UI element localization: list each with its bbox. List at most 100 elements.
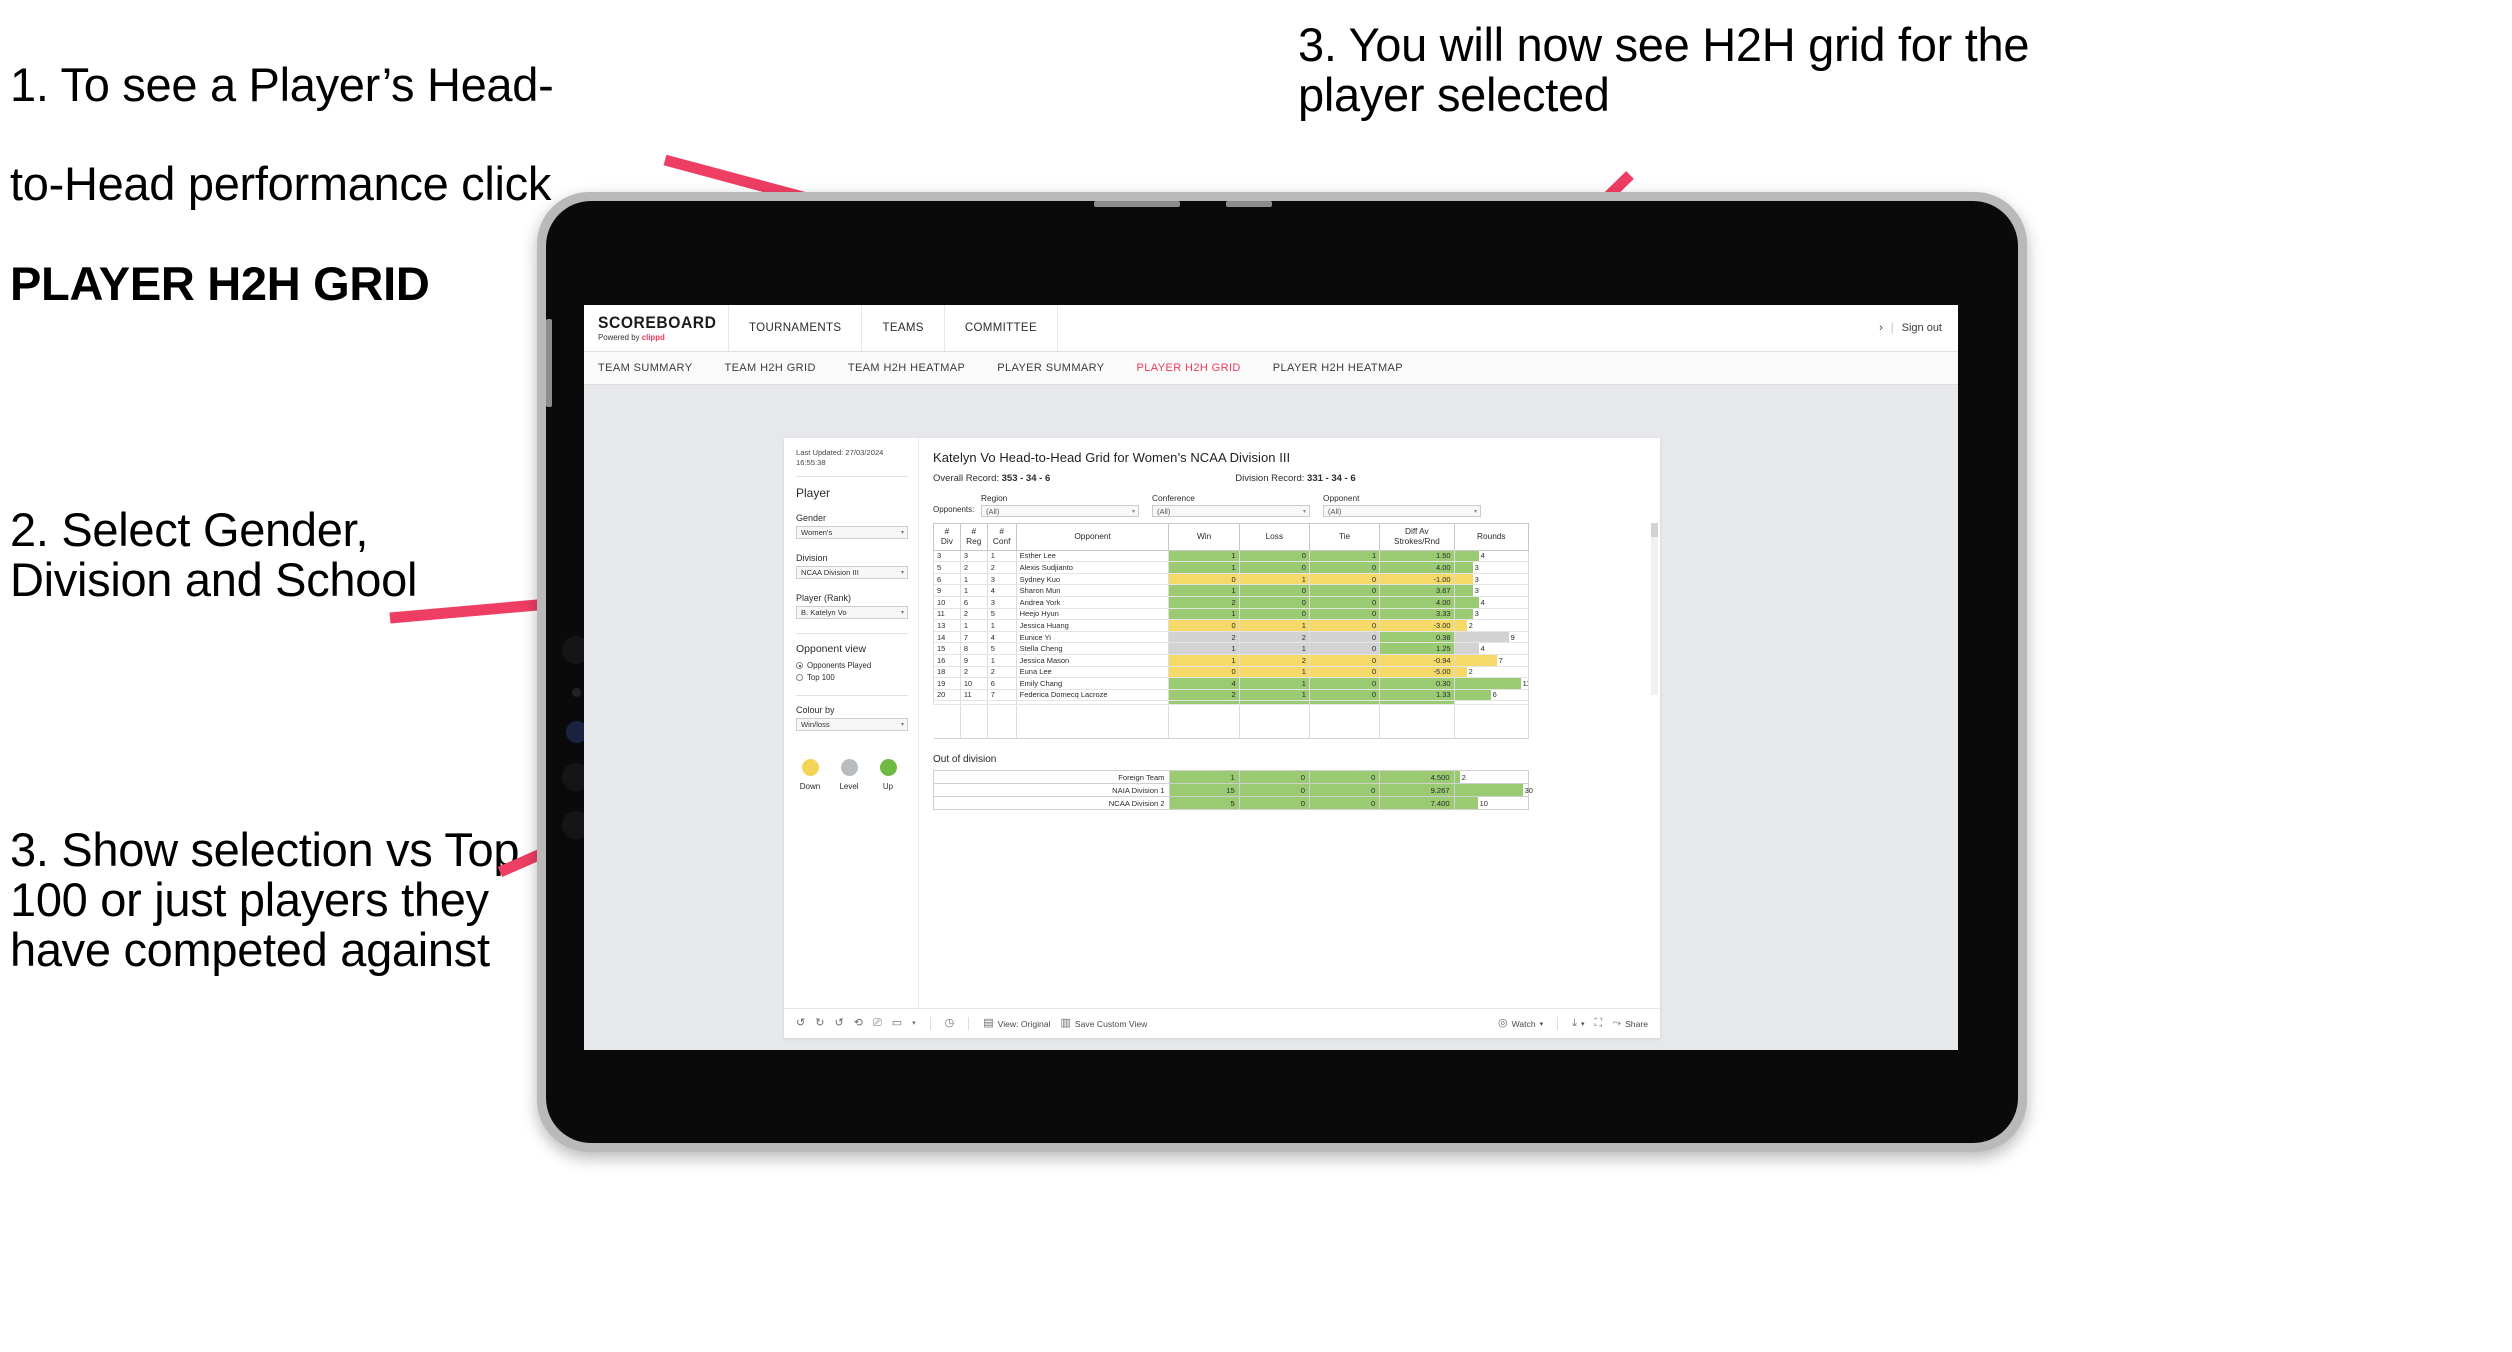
save-custom-view-button[interactable]: ▥ Save Custom View (1060, 1018, 1147, 1029)
table-row[interactable]: 6 1 3 Sydney Kuo 0 1 0 -1.00 3 (933, 573, 1530, 586)
brand-logo[interactable]: SCOREBOARD Powered by clippd (584, 305, 729, 351)
cell-diff: 0.38 (1379, 631, 1455, 644)
nav-item-committee[interactable]: COMMITTEE (945, 305, 1058, 351)
table-row[interactable]: 3 3 1 Esther Lee 1 0 1 1.50 4 (933, 550, 1530, 563)
nav-item-teams[interactable]: TEAMS (862, 305, 945, 351)
player-select[interactable]: B. Katelyn Vo ▾ (796, 606, 908, 620)
table-row[interactable]: 11 2 5 Heejo Hyun 1 0 0 3.33 3 (933, 608, 1530, 621)
table-row[interactable]: 9 1 4 Sharon Mun 1 0 0 3.67 3 (933, 584, 1530, 597)
tab-player-summary[interactable]: PLAYER SUMMARY (997, 362, 1121, 374)
cell-rounds: 11 (1453, 677, 1530, 690)
th-div-l2: Div (940, 535, 953, 546)
cell-opponent: Alexis Sudjianto (1015, 561, 1170, 574)
cell-diff: 3.33 (1379, 608, 1455, 621)
cell-diff: -3.00 (1379, 619, 1455, 632)
save-custom-view-label: Save Custom View (1074, 1018, 1148, 1029)
cell-reg: 1 (959, 573, 988, 586)
table-row[interactable]: 10 6 3 Andrea York 2 0 0 4.00 4 (933, 596, 1530, 609)
table-scrollbar[interactable] (1651, 523, 1658, 695)
cell-win: 1 (1168, 550, 1240, 563)
legend-label-down: Down (799, 782, 821, 792)
table-row[interactable]: Foreign Team 1 0 0 4.500 2 (933, 770, 1530, 785)
division-record: Division Record: 331 - 34 - 6 (1235, 473, 1355, 484)
table-row[interactable]: 15 8 5 Stella Cheng 1 1 0 1.25 4 (933, 642, 1530, 655)
colour-by-select[interactable]: Win/loss ▾ (796, 718, 908, 732)
download-button[interactable]: ⤓ ▾ (1572, 1018, 1584, 1029)
fullscreen-button[interactable]: ⛶ (1595, 1018, 1603, 1029)
radio-opponents-played[interactable]: Opponents Played (796, 661, 908, 670)
alert-icon[interactable]: ◷ (945, 1018, 955, 1029)
th-diff-l2: Strokes/Rnd (1394, 535, 1440, 546)
th-loss: Loss (1238, 523, 1310, 551)
chevron-down-icon: ▾ (900, 570, 904, 577)
gender-select[interactable]: Women's ▾ (796, 526, 908, 540)
cell-empty (960, 704, 988, 740)
cell-empty (933, 704, 961, 740)
rounds-bar (1454, 797, 1478, 810)
chevron-down-icon[interactable]: ▾ (912, 1020, 916, 1027)
redo-icon[interactable]: ↻ (815, 1018, 824, 1029)
view-original-button[interactable]: ▤ View: Original (983, 1018, 1050, 1029)
legend-item-up: Up (877, 759, 899, 791)
radio-top-100[interactable]: Top 100 (796, 673, 908, 682)
table-row[interactable]: 20 11 7 Federica Domecq Lacroze 2 1 0 1.33 6 (933, 689, 1530, 702)
chevron-down-icon: ▾ (1581, 1020, 1585, 1028)
revert-icon[interactable]: ↺ (834, 1018, 843, 1029)
opponent-filter-region: Region (All) ▾ (981, 493, 1139, 517)
table-row[interactable]: 16 9 1 Jessica Mason 1 2 0 -0.94 7 (933, 654, 1530, 667)
cell-reg: 2 (959, 666, 988, 679)
cell-conf: 5 (986, 642, 1017, 655)
opponent-select[interactable]: (All) ▾ (1323, 505, 1481, 517)
tab-player-h2h-heatmap[interactable]: PLAYER H2H HEATMAP (1273, 362, 1420, 374)
table-row[interactable]: 19106Emily Chang4100.3011 (933, 677, 1530, 690)
cell-rounds: 3 (1453, 584, 1530, 597)
rounds-value: 3 (1474, 574, 1479, 584)
cell-win: 1 (1168, 654, 1240, 667)
table-row[interactable]: 14 7 4 Eunice Yi 2 2 0 0.38 9 (933, 631, 1530, 644)
share-button[interactable]: ⤳ Share (1612, 1018, 1648, 1029)
cell-win: 1 (1168, 561, 1240, 574)
highlight-icon[interactable]: ▭ (892, 1018, 902, 1029)
table-row[interactable]: NAIA Division 1 15 0 0 9.267 30 (933, 783, 1533, 798)
division-select[interactable]: NCAA Division III ▾ (796, 566, 908, 580)
region-select[interactable]: (All) ▾ (981, 505, 1139, 517)
cell-win: 2 (1168, 631, 1240, 644)
conference-select[interactable]: (All) ▾ (1152, 505, 1310, 517)
divider (796, 695, 908, 697)
cell-rounds: 9 (1453, 631, 1530, 644)
conference-select-value: (All) (1157, 506, 1171, 516)
th-diff: Diff Av Strokes/Rnd (1379, 523, 1455, 551)
division-select-value: NCAA Division III (801, 568, 859, 578)
table-row[interactable]: 5 2 2 Alexis Sudjianto 1 0 0 4.00 3 (933, 561, 1530, 574)
table-row[interactable]: 13 1 1 Jessica Huang 0 1 0 -3.00 2 (933, 619, 1530, 632)
tab-team-h2h-heatmap[interactable]: TEAM H2H HEATMAP (848, 362, 982, 374)
cell-tie: 1 (1308, 550, 1381, 563)
cell-rounds: 3 (1453, 573, 1530, 586)
pause-icon[interactable]: ⎚ (873, 1018, 882, 1029)
filter-section-title: Player (796, 486, 831, 501)
tab-team-summary[interactable]: TEAM SUMMARY (598, 362, 709, 374)
cell-loss: 0 (1238, 584, 1310, 597)
cell-tie: 0 (1308, 796, 1381, 811)
tab-player-h2h-grid[interactable]: PLAYER H2H GRID (1137, 362, 1258, 374)
cell-opponent: Stella Cheng (1015, 642, 1170, 655)
cell-diff: 1.50 (1379, 550, 1455, 563)
watch-button[interactable]: ◎ Watch ▾ (1498, 1018, 1543, 1029)
cell-win: 2 (1168, 596, 1240, 609)
cell-diff: 3.67 (1379, 584, 1455, 597)
cell-div: 15 (933, 642, 961, 655)
chevron-right-icon[interactable]: › (1879, 322, 1883, 334)
table-row[interactable]: NCAA Division 2 5 0 0 7.400 10 (933, 796, 1530, 811)
nav-item-tournaments[interactable]: TOURNAMENTS (729, 305, 863, 351)
annotation-step-3-left: 3. Show selection vs Top 100 or just pla… (10, 823, 520, 976)
table-scrollbar-thumb[interactable] (1651, 523, 1658, 537)
cell-loss: 0 (1238, 770, 1310, 785)
tab-team-h2h-grid[interactable]: TEAM H2H GRID (724, 362, 832, 374)
conference-label: Conference (1152, 493, 1195, 503)
undo-icon[interactable]: ↺ (796, 1018, 805, 1029)
cell-reg: 2 (959, 561, 988, 574)
sign-out-link[interactable]: Sign out (1902, 322, 1942, 334)
table-row[interactable]: 18 2 2 Euna Lee 0 1 0 -5.00 2 (933, 666, 1530, 679)
refresh-icon[interactable]: ⟲ (854, 1018, 863, 1029)
rounds-value: 4 (1480, 644, 1485, 654)
